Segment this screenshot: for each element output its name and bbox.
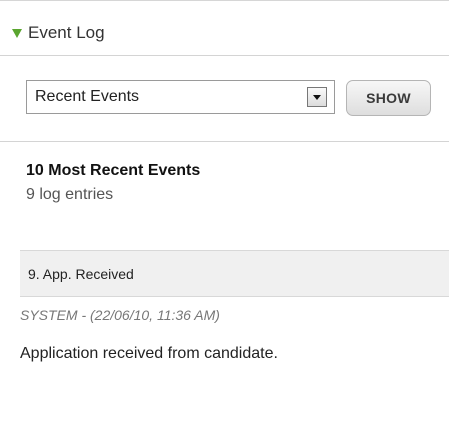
event-type-select[interactable]: Recent Events (26, 80, 335, 114)
event-filter-row: Recent Events SHOW (0, 56, 449, 142)
event-type-select-value: Recent Events (35, 88, 140, 105)
log-entry-title: 9. App. Received (28, 265, 134, 282)
event-log-header[interactable]: Event Log (0, 10, 449, 56)
log-entry-text: Application received from candidate. (20, 345, 278, 362)
log-entry-meta: SYSTEM - (22/06/10, 11:36 AM) (20, 307, 220, 323)
events-heading: 10 Most Recent Events (26, 162, 201, 179)
top-divider (0, 0, 449, 6)
show-button[interactable]: SHOW (346, 80, 431, 116)
events-count: 9 log entries (26, 186, 114, 203)
log-entry-header: 9. App. Received (20, 250, 449, 297)
panel-title: Event Log (28, 22, 105, 42)
dropdown-arrow-icon[interactable] (307, 87, 327, 107)
collapse-triangle-icon[interactable] (12, 28, 22, 38)
